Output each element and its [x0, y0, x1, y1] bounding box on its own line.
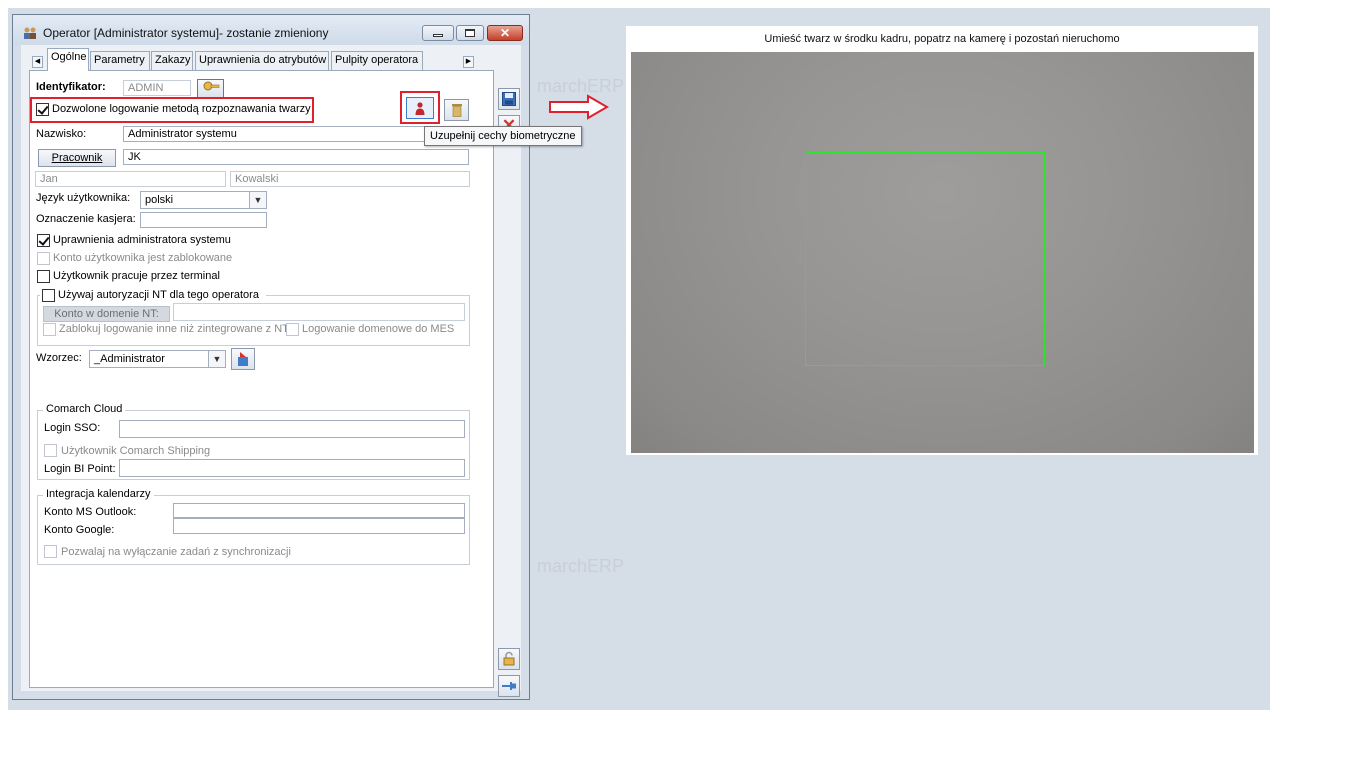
disable-sync-checkbox[interactable]	[44, 545, 57, 558]
nazwisko-field[interactable]: Administrator systemu	[123, 126, 469, 142]
title-bar[interactable]: Operator [Administrator systemu]- zostan…	[13, 15, 529, 45]
nazwisko-label: Nazwisko:	[36, 128, 87, 140]
google-field[interactable]	[173, 518, 465, 534]
face-login-checkbox[interactable]	[36, 103, 49, 116]
pin-icon	[501, 682, 517, 697]
template-arrow-icon	[235, 352, 251, 370]
nt-auth-checkbox[interactable]	[42, 289, 55, 302]
comarch-cloud-title: Comarch Cloud	[43, 403, 126, 415]
first-name-field[interactable]: Jan	[35, 171, 226, 187]
camera-instruction: Umieść twarz w środku kadru, popatrz na …	[764, 33, 1120, 45]
account-locked-label: Konto użytkownika jest zablokowane	[53, 252, 233, 264]
wzorzec-apply-button[interactable]	[231, 348, 255, 370]
close-icon: ✕	[499, 26, 511, 40]
operator-app-icon	[22, 26, 38, 40]
tab-scroll-left-icon[interactable]: ◀	[32, 56, 43, 68]
face-detection-box	[805, 152, 1045, 366]
comarch-shipping-checkbox[interactable]	[44, 444, 57, 457]
window-title: Operator [Administrator systemu]- zostan…	[43, 26, 329, 40]
key-icon	[202, 81, 220, 97]
jezyk-select[interactable]: polski ▼	[140, 191, 267, 209]
tab-strip: ◀ Ogólne Parametry Zakazy Uprawnienia do…	[21, 48, 521, 71]
domain-mes-checkbox[interactable]	[286, 323, 299, 336]
terminal-label: Użytkownik pracuje przez terminal	[53, 270, 220, 282]
minimize-button[interactable]	[422, 25, 454, 41]
save-button[interactable]	[498, 88, 520, 110]
block-non-nt-checkbox[interactable]	[43, 323, 56, 336]
pracownik-field[interactable]: JK	[123, 149, 469, 165]
tab-zakazy[interactable]: Zakazy	[151, 51, 193, 70]
wzorzec-select-value: _Administrator	[94, 353, 165, 365]
jezyk-label: Język użytkownika:	[36, 192, 131, 204]
tab-pulpity-operatora[interactable]: Pulpity operatora	[331, 51, 423, 70]
identyfikator-label: Identyfikator:	[36, 81, 106, 93]
pracownik-button-label: Pracownik	[51, 152, 103, 164]
login-sso-label: Login SSO:	[44, 422, 101, 434]
account-locked-checkbox[interactable]	[37, 252, 50, 265]
nt-auth-label: Używaj autoryzacji NT dla tego operatora	[58, 289, 259, 301]
last-name-field[interactable]: Kowalski	[230, 171, 470, 187]
calendar-integration-title: Integracja kalendarzy	[43, 488, 154, 500]
block-non-nt-label: Zablokuj logowanie inne niż zintegrowane…	[59, 323, 289, 335]
jezyk-select-value: polski	[145, 194, 174, 206]
terminal-checkbox[interactable]	[37, 270, 50, 283]
watermark-bottom: marchERP	[537, 556, 625, 576]
camera-feed	[631, 52, 1254, 453]
tab-scroll-right-icon[interactable]: ▶	[463, 56, 474, 68]
maximize-button[interactable]	[456, 25, 484, 41]
tab-panel-ogolne: Identyfikator: ADMIN Dozwolone logowanie…	[29, 70, 494, 688]
key-button[interactable]	[197, 79, 224, 98]
login-bi-label: Login BI Point:	[44, 463, 116, 475]
camera-panel: Umieść twarz w środku kadru, popatrz na …	[626, 26, 1258, 455]
red-arrow-icon	[548, 94, 610, 120]
nt-domain-field[interactable]	[173, 303, 465, 321]
tab-parametry[interactable]: Parametry	[90, 51, 150, 70]
domain-mes-label: Logowanie domenowe do MES	[302, 323, 455, 335]
operator-window: Operator [Administrator systemu]- zostan…	[12, 14, 530, 700]
close-window-button[interactable]: ✕	[487, 25, 523, 41]
person-red-icon	[413, 102, 427, 120]
nt-domain-button[interactable]: Konto w domenie NT:	[43, 306, 170, 322]
kasjer-field[interactable]	[140, 212, 267, 228]
tooltip: Uzupełnij cechy biometryczne	[424, 126, 582, 146]
pracownik-button[interactable]: Pracownik	[38, 149, 116, 167]
trash-icon	[450, 104, 464, 121]
google-label: Konto Google:	[44, 524, 115, 536]
tab-uprawnienia-do-atrybutow[interactable]: Uprawnienia do atrybutów	[195, 51, 329, 70]
pin-button[interactable]	[498, 675, 520, 697]
identyfikator-field[interactable]: ADMIN	[123, 80, 191, 96]
delete-biometric-button[interactable]	[444, 99, 469, 121]
wzorzec-label: Wzorzec:	[36, 352, 82, 364]
save-icon	[501, 92, 517, 110]
kasjer-label: Oznaczenie kasjera:	[36, 213, 136, 225]
comarch-shipping-label: Użytkownik Comarch Shipping	[61, 445, 211, 457]
tab-ogolne[interactable]: Ogólne	[47, 48, 89, 71]
face-login-label: Dozwolone logowanie metodą rozpoznawania…	[52, 103, 311, 115]
biometric-features-button[interactable]	[406, 97, 434, 119]
wzorzec-select[interactable]: _Administrator ▼	[89, 350, 226, 368]
ms-outlook-label: Konto MS Outlook:	[44, 506, 137, 518]
chevron-down-icon: ▼	[249, 192, 266, 208]
unlock-icon	[501, 651, 517, 670]
disable-sync-label: Pozwalaj na wyłączanie zadań z synchroni…	[61, 546, 291, 558]
login-sso-field[interactable]	[119, 420, 465, 438]
chevron-down-icon: ▼	[208, 351, 225, 367]
admin-rights-label: Uprawnienia administratora systemu	[53, 234, 231, 246]
login-bi-field[interactable]	[119, 459, 465, 477]
admin-rights-checkbox[interactable]	[37, 234, 50, 247]
lock-button[interactable]	[498, 648, 520, 670]
ms-outlook-field[interactable]	[173, 503, 465, 518]
